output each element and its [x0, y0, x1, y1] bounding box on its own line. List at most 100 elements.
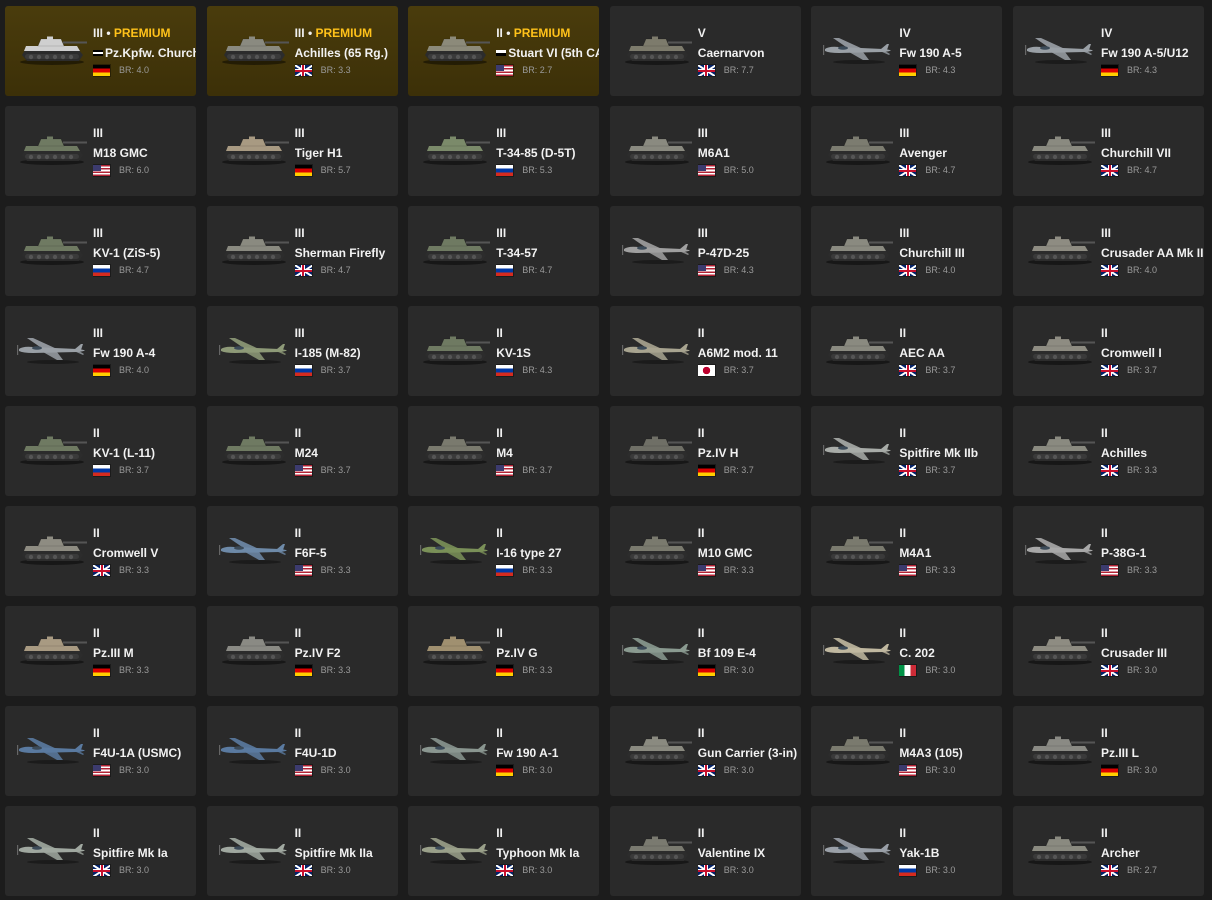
vehicle-meta: BR: 4.7: [1101, 164, 1204, 177]
battle-rating: BR: 3.3: [925, 565, 956, 575]
vehicle-name: Typhoon Mk Ia: [496, 846, 599, 861]
vehicle-name-text: Achilles: [1101, 446, 1148, 460]
vehicle-card[interactable]: IV Fw 190 A-5/U12 BR: 4.3: [1013, 6, 1204, 96]
vehicle-card[interactable]: II F4U-1A (USMC) BR: 3.0: [5, 706, 196, 796]
vehicle-card[interactable]: III • PREMIUM Pz.Kpfw. Churchill BR: 4.0: [5, 6, 196, 96]
vehicle-info: II KV-1 (L-11) BR: 3.7: [93, 426, 196, 477]
vehicle-card[interactable]: II F4U-1D BR: 3.0: [206, 706, 398, 796]
vehicle-thumbnail: [215, 232, 293, 266]
battle-rating: BR: 4.3: [522, 365, 553, 375]
vehicle-card[interactable]: IV Fw 190 A-5 BR: 4.3: [811, 6, 1003, 96]
nation-flag-icon: [294, 665, 312, 676]
plane-icon: [823, 38, 892, 64]
vehicle-card[interactable]: II KV-1 (L-11) BR: 3.7: [5, 406, 196, 496]
rank-numeral: III: [294, 226, 305, 240]
vehicle-card[interactable]: II Bf 109 E-4 BR: 3.0: [609, 606, 801, 696]
vehicle-rank: II: [496, 626, 599, 641]
vehicle-card[interactable]: III Crusader AA Mk II BR: 4.0: [1013, 206, 1204, 296]
vehicle-info: III Avenger BR: 4.7: [899, 126, 1002, 177]
vehicle-card[interactable]: III Churchill VII BR: 4.7: [1013, 106, 1204, 196]
vehicle-info: III Crusader AA Mk II BR: 4.0: [1101, 226, 1204, 277]
vehicle-info: II M10 GMC BR: 3.3: [697, 526, 801, 577]
vehicle-rank: IV: [899, 26, 1002, 41]
rank-numeral: II: [496, 26, 503, 40]
vehicle-card[interactable]: II Archer BR: 2.7: [1013, 806, 1204, 896]
vehicle-meta: BR: 3.7: [93, 464, 196, 477]
vehicle-card[interactable]: III Tiger H1 BR: 5.7: [206, 106, 398, 196]
nation-flag-icon: [1101, 865, 1118, 876]
vehicle-name: T-34-85 (D-5T): [496, 146, 599, 161]
vehicle-meta: BR: 4.7: [496, 264, 599, 277]
vehicle-card[interactable]: III M6A1 BR: 5.0: [609, 106, 801, 196]
vehicle-card[interactable]: II Cromwell I BR: 3.7: [1013, 306, 1204, 396]
vehicle-card[interactable]: III P-47D-25 BR: 4.3: [609, 206, 801, 296]
vehicle-name: F4U-1A (USMC): [93, 746, 196, 761]
battle-rating: BR: 4.7: [925, 165, 956, 175]
vehicle-info: V Caernarvon BR: 7.7: [697, 26, 801, 77]
vehicle-card[interactable]: III KV-1 (ZiS-5) BR: 4.7: [5, 206, 196, 296]
vehicle-card[interactable]: II KV-1S BR: 4.3: [408, 306, 600, 396]
vehicle-card[interactable]: II Cromwell V BR: 3.3: [5, 506, 196, 596]
vehicle-name: Valentine IX: [698, 846, 801, 861]
vehicle-card[interactable]: II A6M2 mod. 11 BR: 3.7: [609, 306, 801, 396]
vehicle-card[interactable]: II Spitfire Mk IIa BR: 3.0: [206, 806, 398, 896]
vehicle-rank: II: [899, 426, 1002, 441]
tank-icon: [221, 436, 289, 465]
tank-icon: [1028, 636, 1095, 665]
vehicle-card[interactable]: III Sherman Firefly BR: 4.7: [206, 206, 398, 296]
vehicle-card[interactable]: V Caernarvon BR: 7.7: [609, 6, 801, 96]
vehicle-card[interactable]: II Pz.III L BR: 3.0: [1013, 706, 1204, 796]
vehicle-card[interactable]: III M18 GMC BR: 6.0: [5, 106, 196, 196]
vehicle-card[interactable]: III Avenger BR: 4.7: [811, 106, 1003, 196]
vehicle-card[interactable]: II • PREMIUM Stuart VI (5th CAD) BR: 2.7: [408, 6, 600, 96]
vehicle-card[interactable]: III T-34-57 BR: 4.7: [408, 206, 600, 296]
vehicle-card[interactable]: II Pz.III M BR: 3.3: [5, 606, 196, 696]
vehicle-card[interactable]: III T-34-85 (D-5T) BR: 5.3: [408, 106, 600, 196]
vehicle-card[interactable]: II P-38G-1 BR: 3.3: [1013, 506, 1204, 596]
vehicle-name-text: Pz.IV H: [697, 446, 739, 460]
vehicle-card[interactable]: II Typhoon Mk Ia BR: 3.0: [408, 806, 600, 896]
vehicle-card[interactable]: II I-16 type 27 BR: 3.3: [408, 506, 600, 596]
vehicle-thumbnail: [215, 332, 293, 366]
vehicle-card[interactable]: II Yak-1B BR: 3.0: [811, 806, 1003, 896]
vehicle-card[interactable]: II Fw 190 A-1 BR: 3.0: [408, 706, 600, 796]
vehicle-card[interactable]: II Pz.IV F2 BR: 3.3: [206, 606, 398, 696]
vehicle-card[interactable]: II C. 202 BR: 3.0: [811, 606, 1003, 696]
nation-flag-icon: [294, 65, 312, 76]
rank-numeral: III: [294, 26, 305, 40]
vehicle-card[interactable]: II Pz.IV H BR: 3.7: [609, 406, 801, 496]
tank-icon: [20, 636, 87, 665]
vehicle-card[interactable]: II Gun Carrier (3-in) BR: 3.0: [609, 706, 801, 796]
vehicle-name-text: Avenger: [899, 146, 947, 160]
vehicle-card[interactable]: II Spitfire Mk Ia BR: 3.0: [5, 806, 196, 896]
rank-separator: •: [304, 26, 316, 40]
vehicle-name-text: Spitfire Mk IIa: [294, 846, 373, 860]
nation-flag-icon: [496, 865, 514, 876]
vehicle-info: II C. 202 BR: 3.0: [899, 626, 1002, 677]
rank-numeral: V: [697, 26, 706, 40]
vehicle-card[interactable]: II M10 GMC BR: 3.3: [609, 506, 801, 596]
vehicle-card[interactable]: II Crusader III BR: 3.0: [1013, 606, 1204, 696]
vehicle-card[interactable]: II AEC AA BR: 3.7: [811, 306, 1003, 396]
vehicle-thumbnail: [215, 732, 293, 766]
vehicle-card[interactable]: II M4A1 BR: 3.3: [811, 506, 1003, 596]
vehicle-card[interactable]: II Valentine IX BR: 3.0: [609, 806, 801, 896]
battle-rating: BR: 3.3: [1127, 565, 1158, 575]
vehicle-card[interactable]: II Achilles BR: 3.3: [1013, 406, 1204, 496]
tank-icon: [624, 736, 692, 765]
battle-rating: BR: 3.3: [119, 665, 150, 675]
vehicle-card[interactable]: II M4 BR: 3.7: [408, 406, 600, 496]
vehicle-meta: BR: 3.3: [93, 564, 196, 577]
vehicle-card[interactable]: III • PREMIUM Achilles (65 Rg.) BR: 3.3: [206, 6, 398, 96]
vehicle-card[interactable]: II F6F-5 BR: 3.3: [206, 506, 398, 596]
vehicle-card[interactable]: II M4A3 (105) BR: 3.0: [811, 706, 1003, 796]
vehicle-card[interactable]: III Fw 190 A-4 BR: 4.0: [5, 306, 196, 396]
vehicle-card[interactable]: III Churchill III BR: 4.0: [811, 206, 1003, 296]
vehicle-card[interactable]: II M24 BR: 3.7: [206, 406, 398, 496]
nation-flag-icon: [1101, 765, 1118, 776]
vehicle-name-text: P-38G-1: [1101, 546, 1147, 560]
vehicle-card[interactable]: II Pz.IV G BR: 3.3: [408, 606, 600, 696]
vehicle-card[interactable]: III I-185 (M-82) BR: 3.7: [206, 306, 398, 396]
battle-rating: BR: 3.7: [320, 465, 351, 475]
vehicle-card[interactable]: II Spitfire Mk IIb BR: 3.7: [811, 406, 1003, 496]
